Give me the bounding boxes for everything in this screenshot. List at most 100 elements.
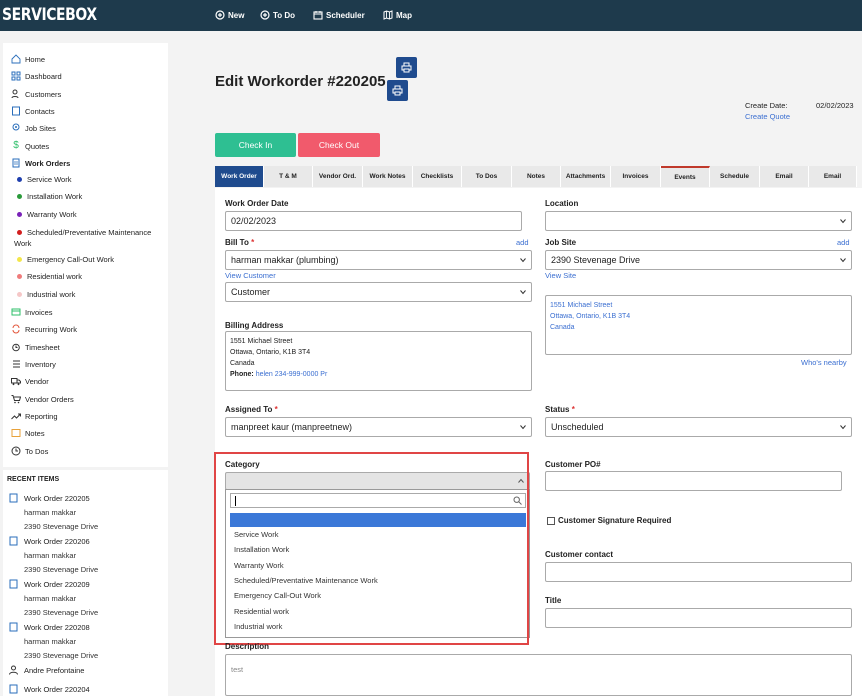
sidebar-item-label: Recurring Work [25,324,77,334]
color-dot [17,212,22,217]
job-site-select[interactable]: 2390 Stevenage Drive [545,250,852,270]
new-button[interactable]: New [215,10,244,20]
customer-type-select[interactable]: Customer [225,282,532,302]
recent-item[interactable]: Work Order 220204 [9,684,90,694]
print-alt-button[interactable] [387,80,408,101]
customer-signature-checkbox[interactable]: Customer Signature Required [547,516,671,525]
sidebar-subitem-warranty-work[interactable]: Warranty Work [17,210,77,219]
truck-icon [11,378,21,386]
tab-notes[interactable]: Notes [512,166,561,187]
tab-vendor-orders[interactable]: Vendor Ord. [313,166,363,187]
sidebar-subitem-service-work[interactable]: Service Work [17,175,71,184]
recent-item-customer: harman makkar [24,637,77,646]
tab-work-order[interactable]: Work Order [215,166,264,187]
recent-item-customer: harman makkar [24,508,77,517]
color-dot [17,274,22,279]
subitem-label: Residential work [27,272,83,281]
check-out-button[interactable]: Check Out [298,133,380,157]
sidebar-item-quotes[interactable]: $ Quotes [11,141,49,151]
clock-icon [11,446,21,456]
whos-nearby-link[interactable]: Who's nearby [801,358,847,367]
sidebar-item-job-sites[interactable]: Job Sites [11,123,56,133]
sidebar-item-work-orders[interactable]: Work Orders [11,158,70,168]
customer-po-input[interactable] [545,471,842,491]
map-icon [383,10,393,20]
sidebar-item-todos[interactable]: To Dos [11,446,48,456]
check-in-button[interactable]: Check In [215,133,296,157]
tab-attachments[interactable]: Attachments [561,166,611,187]
tab-schedule[interactable]: Schedule [710,166,760,187]
subitem-label: Emergency Call-Out Work [27,255,114,264]
tab-checklists[interactable]: Checklists [413,166,462,187]
tab-email-2[interactable]: Email [809,166,857,187]
sidebar-item-dashboard[interactable]: Dashboard [11,71,62,81]
recent-contact[interactable]: Andre Prefontaine [9,665,84,675]
location-label: Location [545,199,579,208]
sidebar-subitem-emergency-work[interactable]: Emergency Call-Out Work [17,255,114,264]
view-customer-link[interactable]: View Customer [225,271,276,280]
recent-item[interactable]: Work Order 220206 [9,536,90,546]
chevron-down-icon [840,219,846,224]
sidebar-item-vendor-orders[interactable]: Vendor Orders [11,394,74,404]
site-address-line: 1551 Michael Street [550,302,613,309]
tab-email[interactable]: Email [760,166,809,187]
checkbox-box[interactable] [547,516,555,525]
sidebar-item-vendor[interactable]: Vendor [11,376,49,386]
color-dot [17,194,22,199]
tab-events[interactable]: Events [661,166,710,187]
recent-item[interactable]: Work Order 220209 [9,579,90,589]
dashboard-icon [11,71,21,81]
location-select[interactable] [545,211,852,231]
recent-item[interactable]: Work Order 220208 [9,622,90,632]
billing-phone-link[interactable]: helen 234-999-0000 Pr [256,371,328,378]
sidebar-item-label: Vendor [25,376,49,386]
recent-item-title: Work Order 220208 [24,622,90,632]
scheduler-button[interactable]: Scheduler [313,10,365,20]
billing-address-line: Canada [230,360,255,367]
sidebar-item-notes[interactable]: Notes [11,428,45,438]
todo-button[interactable]: To Do [260,10,295,20]
assigned-to-select[interactable]: manpreet kaur (manpreetnew) [225,417,532,437]
recent-item[interactable]: Work Order 220205 [9,493,90,503]
printer-icon [401,62,412,73]
bill-to-select[interactable]: harman makkar (plumbing) [225,250,532,270]
sidebar-item-invoices[interactable]: Invoices [11,307,53,317]
recent-item-customer: harman makkar [24,551,77,560]
sidebar-item-home[interactable]: Home [11,54,45,64]
add-job-site-link[interactable]: add [837,238,850,247]
sidebar-item-reporting[interactable]: Reporting [11,411,58,421]
sidebar-item-recurring-work[interactable]: Recurring Work [11,324,77,334]
title-input[interactable] [545,608,852,628]
tab-to-dos[interactable]: To Dos [462,166,512,187]
print-button[interactable] [396,57,417,78]
tab-work-notes[interactable]: Work Notes [363,166,413,187]
sidebar-subitem-installation-work[interactable]: Installation Work [17,192,82,201]
map-button[interactable]: Map [383,10,412,20]
note-icon [11,429,21,437]
customer-contact-input[interactable] [545,562,852,582]
view-site-link[interactable]: View Site [545,271,576,280]
tab-t-and-m[interactable]: T & M [264,166,313,187]
sidebar-item-timesheet[interactable]: Timesheet [11,342,60,352]
subitem-label: Service Work [27,175,72,184]
bill-to-label: Bill To * [225,238,255,247]
customer-po-label: Customer PO# [545,460,601,469]
work-order-date-input[interactable]: 02/02/2023 [225,211,522,231]
tab-invoices[interactable]: Invoices [611,166,661,187]
description-textarea[interactable]: test [225,654,852,696]
sidebar-subitem-residential-work[interactable]: Residential work [17,272,82,281]
document-icon [12,158,20,168]
app-logo[interactable]: SERVICEBOX [2,5,97,25]
sidebar-item-inventory[interactable]: Inventory [11,359,56,369]
sidebar-item-customers[interactable]: Customers [11,89,61,99]
create-quote-link[interactable]: Create Quote [745,112,790,121]
sidebar-subitem-scheduled-work[interactable]: Scheduled/Preventative Maintenance Work [14,227,154,249]
status-select[interactable]: Unscheduled [545,417,852,437]
sidebar-item-contacts[interactable]: Contacts [11,106,55,116]
work-order-date-label: Work Order Date [225,199,289,208]
sidebar-subitem-industrial-work[interactable]: Industrial work [17,290,75,299]
status-value: Unscheduled [551,422,604,432]
add-customer-link[interactable]: add [516,238,529,247]
top-bar: SERVICEBOX New To Do Scheduler Map [0,0,862,31]
subitem-label: Scheduled/Preventative Maintenance Work [14,228,152,248]
